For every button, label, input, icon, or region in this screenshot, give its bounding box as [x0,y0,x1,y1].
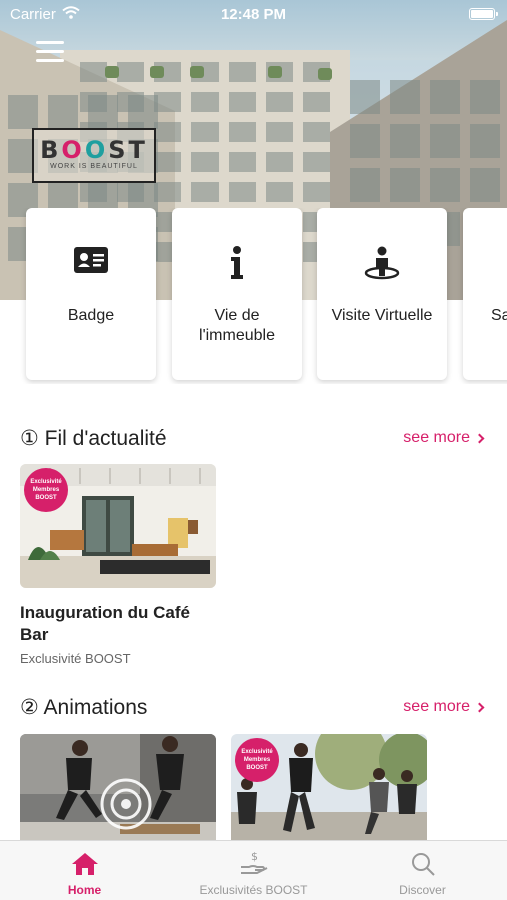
logo-name: BOOST [40,136,148,164]
hero-plant [150,66,164,78]
see-more-label: see more [403,429,470,446]
animation-card-image[interactable] [20,734,216,840]
battery-icon [469,8,498,20]
news-section-title: ① Fil d'actualité [20,426,167,450]
animation-card-image[interactable]: Exclusivité Membres BOOST [231,734,427,840]
person-pin-icon [317,246,447,282]
news-card-image[interactable]: Exclusivité Membres BOOST [20,464,216,588]
menu-line [36,41,64,44]
hero-plant [268,66,282,78]
news-card-subtitle: Exclusivité BOOST [20,651,131,666]
tab-home[interactable]: Home [0,841,169,900]
shortcut-partial[interactable]: Sa ré [463,208,507,380]
see-more-label: see more [403,698,470,715]
shortcut-label: Badge [67,307,115,324]
bottom-tab-bar: Home $ Exclusivités BOOST Discover [0,840,507,900]
hand-dollar-icon: $ [169,841,338,877]
tab-label: Home [67,883,102,897]
shortcut-badge[interactable]: Badge [26,208,156,380]
search-icon [338,841,507,877]
shortcut-label: Visite Virtuelle [331,307,433,324]
hero-plant [318,68,332,80]
menu-line [36,59,64,62]
hero-plant [105,66,119,78]
news-section-header: ① Fil d'actualité see more [20,423,487,453]
shortcut-virtual-tour[interactable]: Visite Virtuelle [317,208,447,380]
hamburger-menu-button[interactable] [36,40,64,64]
clock: 12:48 PM [220,5,287,23]
logo-tagline: WORK IS BEAUTIFUL [50,163,138,170]
exclusive-badge: Exclusivité Membres BOOST [24,468,68,512]
svg-text:$: $ [251,850,258,863]
menu-line [36,50,64,53]
animations-section-title: ② Animations [20,695,148,719]
shortcut-label: Sa ré [491,307,507,324]
boost-logo: BOOST WORK IS BEAUTIFUL [32,128,156,183]
chevron-right-icon [474,702,485,712]
id-card-icon [26,246,156,282]
shortcut-building-life[interactable]: Vie de l'immeuble [172,208,302,380]
tab-exclusives[interactable]: $ Exclusivités BOOST [169,841,338,900]
animations-section-header: ② Animations see more [20,692,487,722]
hero-plant [190,66,204,78]
tab-discover[interactable]: Discover [338,841,507,900]
tab-label: Exclusivités BOOST [199,883,308,897]
shortcut-label: Vie de l'immeuble [199,307,275,344]
animations-see-more-link[interactable]: see more [403,698,487,716]
info-icon [172,246,302,282]
news-card-title[interactable]: Inauguration du Café Bar [20,602,220,646]
news-see-more-link[interactable]: see more [403,429,487,447]
fitness-photo [20,734,216,840]
status-bar: Carrier 12:48 PM [0,0,507,28]
exclusive-badge: Exclusivité Membres BOOST [235,738,279,782]
home-icon [0,841,169,877]
shortcut-carousel[interactable]: Badge Vie de l'immeuble Visite Virtuelle… [0,208,507,384]
chevron-right-icon [474,433,485,443]
tab-label: Discover [399,883,446,897]
